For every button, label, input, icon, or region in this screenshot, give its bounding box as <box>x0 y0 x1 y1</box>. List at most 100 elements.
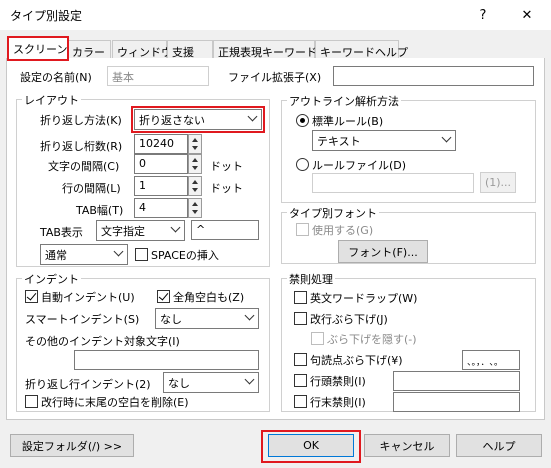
fullwidth-space-label: 全角空白も(Z) <box>173 291 245 304</box>
punct-hang-label: 句読点ぶら下げ(¥) <box>310 354 403 367</box>
other-chars-field[interactable] <box>74 350 259 370</box>
rule-file-radio[interactable] <box>296 158 309 171</box>
select-value: 通常 <box>45 249 67 262</box>
name-field[interactable]: 基本 <box>107 66 209 86</box>
name-label: 設定の名前(N) <box>20 71 92 84</box>
question-icon: ? <box>479 7 487 23</box>
line-head-label: 行頭禁則(I) <box>310 375 366 388</box>
line-head-checkbox[interactable] <box>294 374 307 387</box>
settings-folder-button[interactable]: 設定フォルダ(/) >> <box>10 434 134 457</box>
space-insert-label: SPACEの挿入 <box>151 249 219 262</box>
tab-keyword-help[interactable]: キーワードヘルプ <box>315 40 408 59</box>
hide-hang-checkbox[interactable] <box>311 332 324 345</box>
wrap-indent-select[interactable]: なし <box>163 372 259 393</box>
auto-indent-checkbox[interactable] <box>25 290 38 303</box>
newline-hang-checkbox[interactable] <box>294 312 307 325</box>
highlight-wrap-method <box>131 106 265 133</box>
standard-rule-label: 標準ルール(B) <box>312 115 384 128</box>
chevron-down-icon <box>441 132 452 143</box>
spin-up-icon <box>192 202 198 206</box>
spin-down-icon <box>192 146 198 150</box>
rule-file-label: ルールファイル(D) <box>312 159 407 172</box>
spin-down-icon <box>192 210 198 214</box>
tab-width-label: TAB幅(T) <box>76 204 124 217</box>
layout-title: レイアウト <box>22 92 81 108</box>
punct-chars-field[interactable]: 、。，．､｡ <box>462 350 520 370</box>
wrap-cols-field[interactable]: 10240 <box>134 134 188 154</box>
select-value: テキスト <box>317 135 361 148</box>
help-button[interactable]: ヘルプ <box>456 434 542 457</box>
chevron-down-icon <box>244 310 255 321</box>
spin-up-icon <box>192 180 198 184</box>
highlight-ok <box>261 430 361 463</box>
tab-color[interactable]: カラー <box>67 40 111 59</box>
rule-file-field[interactable] <box>312 173 474 193</box>
tab-width-spinner[interactable] <box>188 198 202 218</box>
chevron-down-icon <box>170 222 181 233</box>
char-spacing-label: 文字の間隔(C) <box>48 160 120 173</box>
spin-down-icon <box>192 188 198 192</box>
chevron-down-icon <box>113 246 124 257</box>
select-value: なし <box>168 377 190 390</box>
wrap-indent-label: 折り返し行インデント(2) <box>25 378 151 391</box>
tab-support[interactable]: 支援 <box>167 40 213 59</box>
close-icon: ✕ <box>521 7 533 23</box>
spin-down-icon <box>192 166 198 170</box>
wrap-cols-label: 折り返し桁数(R) <box>40 140 123 153</box>
font-use-checkbox[interactable] <box>296 223 309 236</box>
auto-indent-label: 自動インデント(U) <box>41 291 135 304</box>
tab-window[interactable]: ウィンドウ <box>112 40 172 59</box>
standard-rule-select[interactable]: テキスト <box>312 130 456 151</box>
word-wrap-checkbox[interactable] <box>294 291 307 304</box>
font-use-label: 使用する(G) <box>312 224 374 237</box>
highlight-tab <box>7 36 69 61</box>
punct-hang-checkbox[interactable] <box>294 353 307 366</box>
char-spacing-spinner[interactable] <box>188 154 202 174</box>
ext-label: ファイル拡張子(X) <box>228 71 322 84</box>
chevron-down-icon <box>244 374 255 385</box>
ext-field[interactable] <box>333 66 534 86</box>
tab-char-field[interactable]: ^ <box>191 220 259 240</box>
char-spacing-field[interactable]: 0 <box>134 154 188 174</box>
kinsoku-title: 禁則処理 <box>287 271 335 287</box>
other-chars-label: その他のインデント対象文字(I) <box>25 335 180 348</box>
help-title-button[interactable]: ? <box>466 0 500 30</box>
line-tail-label: 行末禁則(I) <box>310 396 366 409</box>
rule-file-browse-button[interactable]: (1)... <box>480 172 516 193</box>
tab-width-field[interactable]: 4 <box>134 198 188 218</box>
spin-up-icon <box>192 158 198 162</box>
line-spacing-field[interactable]: 1 <box>134 176 188 196</box>
wrap-cols-spinner[interactable] <box>188 134 202 154</box>
trim-trailing-checkbox[interactable] <box>25 395 38 408</box>
select-value: なし <box>160 313 182 326</box>
spin-up-icon <box>192 138 198 142</box>
space-insert-checkbox[interactable] <box>135 248 148 261</box>
line-spacing-label: 行の間隔(L) <box>62 182 121 195</box>
font-button[interactable]: フォント(F)... <box>338 240 428 263</box>
cancel-button[interactable]: キャンセル <box>364 434 450 457</box>
hide-hang-label: ぶら下げを隠す(-) <box>327 333 417 346</box>
fullwidth-space-checkbox[interactable] <box>157 290 170 303</box>
select-value: 文字指定 <box>101 225 145 238</box>
tab-display-label: TAB表示 <box>40 226 83 239</box>
smart-indent-select[interactable]: なし <box>155 308 259 329</box>
mode-select[interactable]: 通常 <box>40 244 128 265</box>
outline-title: アウトライン解析方法 <box>287 93 401 109</box>
font-title: タイプ別フォント <box>287 205 379 221</box>
window-title: タイプ別設定 <box>10 9 83 23</box>
char-spacing-unit: ドット <box>210 160 243 173</box>
close-button[interactable]: ✕ <box>510 0 544 30</box>
line-head-field[interactable] <box>393 371 520 391</box>
trim-trailing-label: 改行時に末尾の空白を削除(E) <box>41 396 189 409</box>
word-wrap-label: 英文ワードラップ(W) <box>310 292 418 305</box>
line-spacing-spinner[interactable] <box>188 176 202 196</box>
newline-hang-label: 改行ぶら下げ(J) <box>310 313 388 326</box>
tab-regex-keyword[interactable]: 正規表現キーワード <box>213 40 317 59</box>
smart-indent-label: スマートインデント(S) <box>25 313 140 326</box>
standard-rule-radio[interactable] <box>296 114 309 127</box>
line-tail-field[interactable] <box>393 392 520 412</box>
line-tail-checkbox[interactable] <box>294 395 307 408</box>
wrap-method-label: 折り返し方法(K) <box>40 114 122 127</box>
tab-display-select[interactable]: 文字指定 <box>96 220 185 241</box>
line-spacing-unit: ドット <box>210 182 243 195</box>
